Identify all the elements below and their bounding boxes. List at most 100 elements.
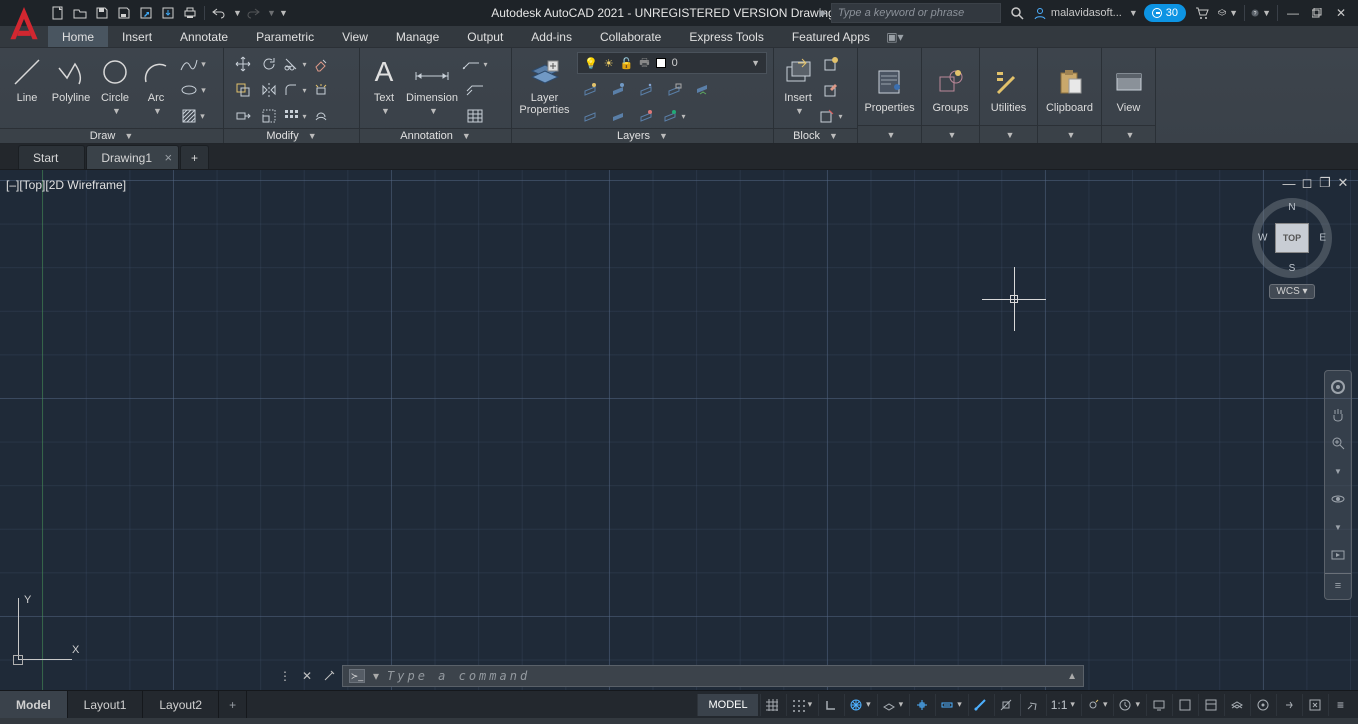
spline-icon[interactable]: ▾ bbox=[180, 52, 206, 76]
web-open-icon[interactable] bbox=[136, 3, 156, 23]
wcs-label[interactable]: WCS ▾ bbox=[1269, 284, 1314, 299]
rotate-icon[interactable] bbox=[256, 52, 282, 76]
undo-dropdown-icon[interactable]: ▼ bbox=[231, 3, 241, 23]
tab-express-tools[interactable]: Express Tools bbox=[675, 26, 777, 47]
panel-utilities-label[interactable]: ▼ bbox=[980, 125, 1037, 143]
workspace-icon[interactable]: ▾ bbox=[1113, 694, 1144, 716]
showmotion-icon[interactable] bbox=[1328, 545, 1348, 565]
leader-icon[interactable]: ▾ bbox=[462, 52, 488, 76]
insert-block-button[interactable]: Insert▼ bbox=[780, 52, 816, 118]
tab-manage[interactable]: Manage bbox=[382, 26, 453, 47]
layer-iso-icon[interactable] bbox=[577, 104, 603, 128]
tab-output[interactable]: Output bbox=[453, 26, 517, 47]
redo-icon[interactable] bbox=[243, 3, 263, 23]
vp-restore-icon[interactable]: ❐ bbox=[1318, 176, 1332, 190]
panel-modify-label[interactable]: Modify▼ bbox=[224, 128, 359, 143]
text-button[interactable]: AText▼ bbox=[366, 52, 402, 118]
command-input[interactable]: ≻_ ▾ Type a command ▲ bbox=[342, 665, 1084, 687]
close-icon[interactable]: ✕ bbox=[1332, 4, 1350, 22]
mirror-icon[interactable] bbox=[256, 78, 282, 102]
layout-tab-layout1[interactable]: Layout1 bbox=[68, 691, 144, 718]
clean-screen-icon[interactable] bbox=[1302, 694, 1326, 716]
groups-button[interactable]: Groups bbox=[930, 62, 972, 116]
move-icon[interactable] bbox=[230, 52, 256, 76]
search-input[interactable]: Type a keyword or phrase bbox=[831, 3, 1001, 23]
vp-minimize-icon[interactable]: — bbox=[1282, 176, 1296, 190]
utilities-button[interactable]: Utilities bbox=[988, 62, 1030, 116]
transparency-icon[interactable] bbox=[994, 694, 1018, 716]
orbit-icon[interactable] bbox=[1328, 489, 1348, 509]
trial-badge[interactable]: 30 bbox=[1144, 4, 1186, 22]
plot-icon[interactable] bbox=[180, 3, 200, 23]
offset-icon[interactable] bbox=[308, 104, 334, 128]
layer-thaw-icon[interactable] bbox=[633, 104, 659, 128]
file-tab-start[interactable]: Start bbox=[18, 145, 85, 169]
snap-mode-icon[interactable]: ▾ bbox=[786, 694, 817, 716]
vp-close-icon[interactable]: ✕ bbox=[1336, 176, 1350, 190]
ellipse-icon[interactable]: ▾ bbox=[180, 78, 206, 102]
view-button[interactable]: View bbox=[1108, 62, 1149, 116]
zoom-extents-icon[interactable] bbox=[1328, 433, 1348, 453]
osnap-icon[interactable] bbox=[909, 694, 933, 716]
explode-icon[interactable] bbox=[308, 78, 334, 102]
search-expand-icon[interactable]: ▶ bbox=[819, 8, 827, 19]
save-icon[interactable] bbox=[92, 3, 112, 23]
polyline-button[interactable]: Polyline bbox=[50, 52, 92, 106]
clipboard-button[interactable]: Clipboard bbox=[1049, 62, 1091, 116]
otrack-icon[interactable]: ▾ bbox=[935, 694, 966, 716]
layer-off-icon[interactable] bbox=[577, 77, 603, 101]
tab-collaborate[interactable]: Collaborate bbox=[586, 26, 675, 47]
panel-draw-label[interactable]: Draw▼ bbox=[0, 128, 223, 143]
new-file-tab-button[interactable]: + bbox=[180, 145, 209, 169]
tab-annotate[interactable]: Annotate bbox=[166, 26, 242, 47]
nav-wheel-icon[interactable] bbox=[1328, 377, 1348, 397]
tab-insert[interactable]: Insert bbox=[108, 26, 166, 47]
hardware-accel-icon[interactable] bbox=[1276, 694, 1300, 716]
zoom-dropdown-icon[interactable]: ▼ bbox=[1328, 461, 1348, 481]
open-icon[interactable] bbox=[70, 3, 90, 23]
layout-tab-layout2[interactable]: Layout2 bbox=[143, 691, 219, 718]
tab-home[interactable]: Home bbox=[48, 26, 108, 47]
panel-groups-label[interactable]: ▼ bbox=[922, 125, 979, 143]
orbit-dropdown-icon[interactable]: ▼ bbox=[1328, 517, 1348, 537]
layer-properties-button[interactable]: LayerProperties bbox=[518, 52, 571, 118]
saveas-icon[interactable] bbox=[114, 3, 134, 23]
viewcube-top-face[interactable]: TOP bbox=[1275, 223, 1309, 253]
copy-icon[interactable] bbox=[230, 78, 256, 102]
panel-properties-label[interactable]: ▼ bbox=[858, 125, 921, 143]
tab-view[interactable]: View bbox=[328, 26, 382, 47]
qat-dropdown-icon[interactable]: ▼ bbox=[277, 3, 287, 23]
cmd-close-icon[interactable]: ✕ bbox=[298, 667, 316, 685]
properties-button[interactable]: Properties bbox=[869, 62, 911, 116]
tab-parametric[interactable]: Parametric bbox=[242, 26, 328, 47]
layer-dropdown[interactable]: 💡 ☀ 🔓 🖶 0 ▼ bbox=[577, 52, 767, 74]
file-tab-drawing1[interactable]: Drawing1× bbox=[86, 145, 179, 169]
make-current-icon[interactable] bbox=[689, 77, 715, 101]
layer-on-icon[interactable] bbox=[605, 77, 631, 101]
ortho-icon[interactable] bbox=[818, 694, 842, 716]
table-icon[interactable] bbox=[462, 104, 488, 128]
cmd-handle-icon[interactable]: ⋮ bbox=[276, 667, 294, 685]
viewport-label[interactable]: [–][Top][2D Wireframe] bbox=[6, 178, 126, 192]
panel-clipboard-label[interactable]: ▼ bbox=[1038, 125, 1101, 143]
help-icon[interactable]: ?▼ bbox=[1251, 3, 1271, 23]
annotation-visibility-icon[interactable]: ▾ bbox=[1081, 694, 1112, 716]
isolate-objects-icon[interactable] bbox=[1250, 694, 1274, 716]
stretch-icon[interactable] bbox=[230, 104, 256, 128]
modelspace-button[interactable]: MODEL bbox=[697, 694, 757, 716]
customize-status-icon[interactable]: ≡ bbox=[1328, 694, 1352, 716]
panel-block-label[interactable]: Block▼ bbox=[774, 128, 857, 143]
layer-uniso-icon[interactable] bbox=[605, 104, 631, 128]
view-cube[interactable]: N S W E TOP WCS ▾ bbox=[1244, 198, 1340, 299]
restore-icon[interactable] bbox=[1308, 4, 1326, 22]
layer-match-icon[interactable]: ▾ bbox=[661, 104, 687, 128]
polar-icon[interactable]: ▾ bbox=[844, 694, 875, 716]
edit-block-icon[interactable] bbox=[818, 78, 844, 102]
multileader-icon[interactable] bbox=[462, 78, 488, 102]
isodraft-icon[interactable]: ▾ bbox=[877, 694, 908, 716]
edit-attributes-icon[interactable]: ▾ bbox=[818, 104, 844, 128]
layout-tab-model[interactable]: Model bbox=[0, 691, 68, 718]
lock-ui-icon[interactable] bbox=[1224, 694, 1248, 716]
scale-icon[interactable] bbox=[256, 104, 282, 128]
app-logo-icon[interactable] bbox=[2, 0, 46, 48]
